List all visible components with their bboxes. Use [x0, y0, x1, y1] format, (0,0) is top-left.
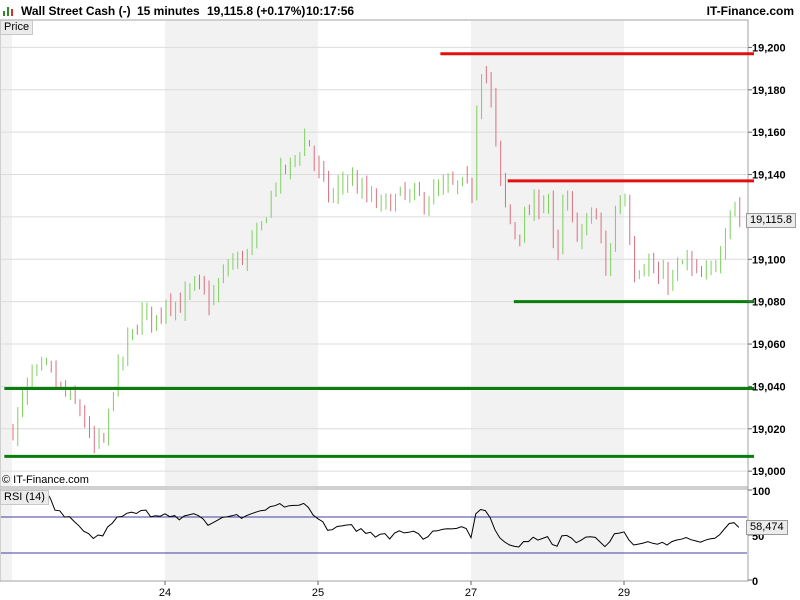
- last-price-tag: 19,115.8: [746, 213, 797, 228]
- price-tick-label: 19,200: [752, 42, 786, 54]
- time-tick-label: 24: [159, 587, 171, 599]
- price-tick-label: 19,160: [752, 127, 786, 139]
- time-tick-label: 27: [465, 587, 477, 599]
- time-tick-label: 25: [312, 587, 324, 599]
- day-band: [1, 21, 12, 486]
- price-tick-label: 19,040: [752, 381, 786, 393]
- rsi-tick-label: 100: [752, 486, 770, 498]
- copyright-label: © IT-Finance.com: [2, 474, 89, 486]
- rsi-value-tag: 58,474: [746, 520, 788, 535]
- price-tick-label: 19,020: [752, 424, 786, 436]
- price-tick-label: 19,100: [752, 254, 786, 266]
- price-tick-label: 19,180: [752, 85, 786, 97]
- price-tick-label: 19,080: [752, 297, 786, 309]
- day-band: [471, 490, 624, 580]
- rsi-line: [16, 490, 740, 548]
- price-tick-label: 19,140: [752, 170, 786, 182]
- price-chart[interactable]: 19,000 19,020 19,040 19,060 19,080 19,100 19,1…: [0, 0, 800, 600]
- price-tick-label: 19,060: [752, 339, 786, 351]
- time-tick-label: 29: [618, 587, 630, 599]
- day-band: [471, 21, 624, 486]
- price-tick-label: 19,000: [752, 466, 786, 478]
- day-band: [165, 21, 318, 486]
- rsi-panel-label: RSI (14): [0, 490, 49, 505]
- price-panel-label: Price: [0, 20, 34, 35]
- rsi-tick-label: 0: [752, 576, 758, 588]
- day-band: [165, 490, 318, 580]
